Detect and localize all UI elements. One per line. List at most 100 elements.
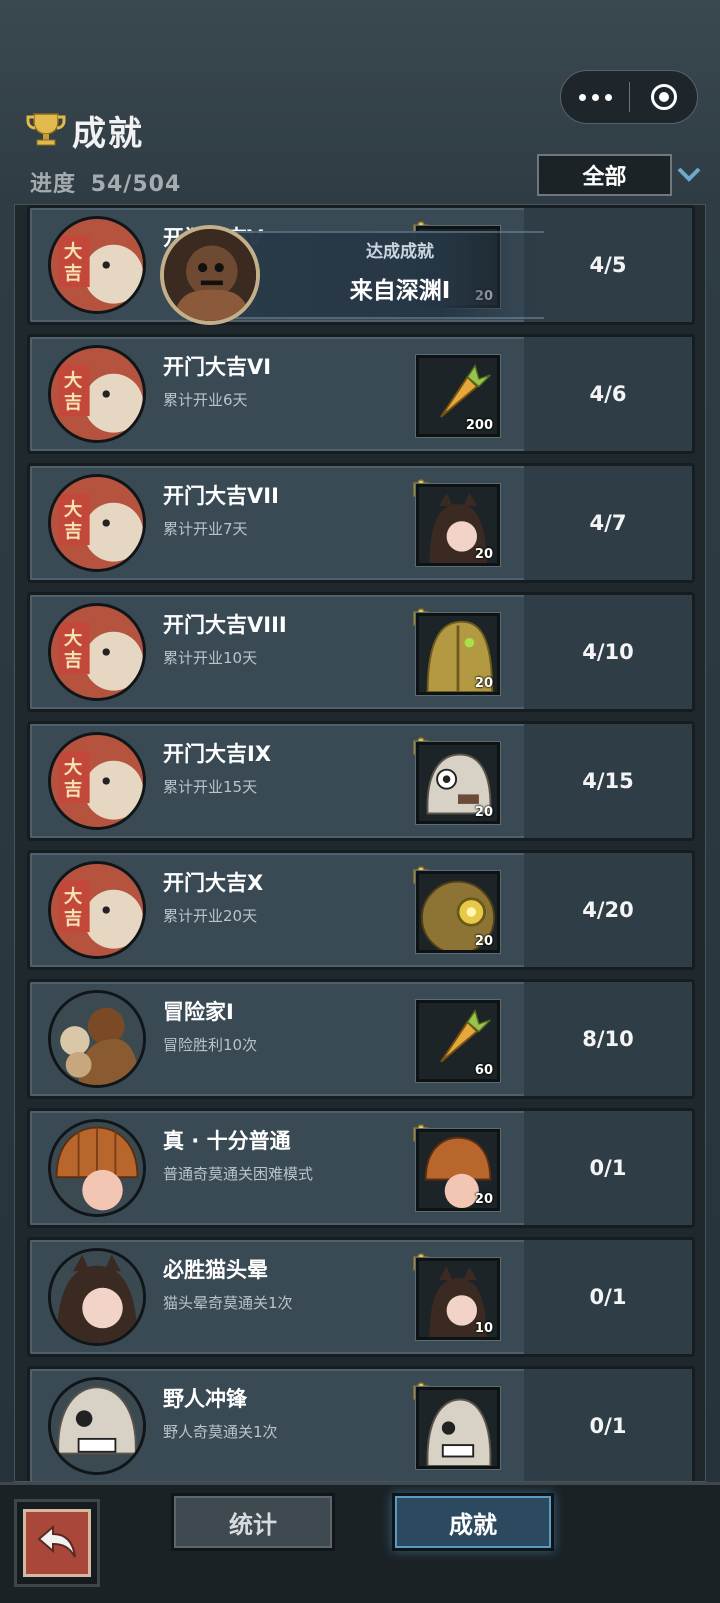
reward-item[interactable]: 60: [415, 999, 501, 1083]
progress-value: 54/504: [90, 172, 182, 197]
achievement-desc: 冒险胜利10次: [163, 1036, 258, 1054]
achievement-name: 开门大吉VI: [163, 355, 272, 379]
reward-quantity: 200: [465, 418, 493, 433]
reward-quantity: 20: [474, 1192, 493, 1207]
achievement-desc: 累计开业15天: [163, 778, 258, 796]
bottom-nav: 统计 成就: [0, 1482, 720, 1603]
achievements-screen: 成就 进度 54/504 全部 大吉 开门大吉V 20 4/5 大吉 开门大吉V: [0, 0, 720, 1603]
achievement-desc: 累计开业6天: [163, 391, 248, 409]
reward-item[interactable]: 10: [415, 1257, 501, 1341]
achievement-progress: 4/10: [524, 595, 692, 709]
svg-text:吉: 吉: [64, 392, 82, 414]
return-arrow-icon: [37, 1524, 76, 1558]
achievement-progress: 4/7: [524, 466, 692, 580]
daji-lion-portrait: 大吉: [48, 732, 146, 830]
achievement-progress: 0/1: [524, 1240, 692, 1354]
reward-item[interactable]: 20: [415, 870, 501, 954]
achievement-progress: 4/6: [524, 337, 692, 451]
reward-item[interactable]: 20: [415, 612, 501, 696]
tab-achievements[interactable]: 成就: [392, 1493, 554, 1551]
pumpkin-head-portrait: [48, 1119, 146, 1217]
achievement-desc: 累计开业10天: [163, 649, 258, 667]
achievement-name: 开门大吉IX: [163, 742, 272, 766]
achievement-row: 大吉 开门大吉IX 累计开业15天 20 4/15: [27, 721, 695, 841]
achievement-row: 大吉 开门大吉VII 累计开业7天 20 4/7: [27, 463, 695, 583]
reward-item[interactable]: 20: [415, 741, 501, 825]
masked-figure-avatar: [160, 225, 260, 325]
progress-label: 进度: [30, 172, 77, 197]
achievement-desc: 猫头晕奇莫通关1次: [163, 1294, 293, 1312]
svg-text:吉: 吉: [64, 521, 82, 543]
achievement-desc: 累计开业7天: [163, 520, 248, 538]
achievement-row: 大吉 开门大吉VIII 累计开业10天 20 4/10: [27, 592, 695, 712]
reward-item[interactable]: 20: [415, 1128, 501, 1212]
achievement-row: 大吉 开门大吉VI 累计开业6天 200 4/6: [27, 334, 695, 454]
achievement-row: 真 · 十分普通 普通奇莫通关困难模式 20 0/1: [27, 1108, 695, 1228]
back-button[interactable]: [14, 1499, 100, 1587]
achievement-progress: 0/1: [524, 1111, 692, 1225]
mini-program-capsule: [560, 70, 698, 124]
daji-lion-portrait: 大吉: [48, 474, 146, 572]
more-options-button[interactable]: [561, 71, 629, 123]
toast-label: 达成成就: [366, 242, 434, 262]
reward-quantity: 20: [474, 805, 493, 820]
achievement-progress: 4/15: [524, 724, 692, 838]
achievement-desc: 普通奇莫通关困难模式: [163, 1165, 314, 1183]
chevron-down-icon[interactable]: [677, 166, 701, 184]
savage-portrait: [48, 1377, 146, 1475]
toast-achievement-title: 来自深渊I: [349, 278, 451, 304]
svg-text:大: 大: [64, 757, 83, 779]
achievement-row: 冒险家I 冒险胜利10次 60 8/10: [27, 979, 695, 1099]
achievement-desc: 野人奇莫通关1次: [163, 1423, 278, 1441]
achievement-row: 野人冲锋 野人奇莫通关1次 0/1: [27, 1366, 695, 1481]
achievement-row: 大吉 开门大吉X 累计开业20天 20 4/20: [27, 850, 695, 970]
achievement-row: 必胜猫头晕 猫头晕奇莫通关1次 10 0/1: [27, 1237, 695, 1357]
reward-quantity: 20: [474, 676, 493, 691]
svg-text:吉: 吉: [64, 779, 82, 801]
filter-dropdown[interactable]: 全部: [537, 154, 672, 196]
trophy-icon: [26, 113, 66, 146]
achievement-desc: 累计开业20天: [163, 907, 258, 925]
achievement-list[interactable]: 大吉 开门大吉V 20 4/5 大吉 开门大吉VI 累计开业6天 200 4/6: [14, 204, 706, 1482]
achievement-progress: 4/20: [524, 853, 692, 967]
reward-item[interactable]: 20: [415, 483, 501, 567]
daji-lion-portrait: 大吉: [48, 603, 146, 701]
daji-lion-portrait: 大吉: [48, 216, 146, 314]
achievement-progress: 8/10: [524, 982, 692, 1096]
svg-text:大: 大: [64, 241, 83, 263]
achievement-name: 真 · 十分普通: [163, 1129, 291, 1153]
reward-quantity: 20: [474, 547, 493, 562]
back-button-face: [23, 1509, 91, 1577]
achievement-progress: 0/1: [524, 1369, 692, 1481]
page-title: 成就: [72, 114, 144, 154]
svg-text:大: 大: [64, 499, 83, 521]
achievement-name: 必胜猫头晕: [163, 1258, 268, 1282]
reward-quantity: 20: [474, 934, 493, 949]
svg-text:吉: 吉: [64, 650, 82, 672]
svg-text:大: 大: [64, 628, 83, 650]
daji-lion-portrait: 大吉: [48, 345, 146, 443]
daji-lion-portrait: 大吉: [48, 861, 146, 959]
reward-item[interactable]: [415, 1386, 501, 1470]
achievement-unlocked-toast: 达成成就 来自深渊I: [160, 225, 550, 325]
savage-shard-icon: [420, 1390, 496, 1466]
svg-text:大: 大: [64, 370, 83, 392]
achievement-name: 冒险家I: [163, 1000, 234, 1024]
reward-item[interactable]: 200: [415, 354, 501, 438]
target-icon: [650, 84, 677, 110]
achievement-name: 开门大吉X: [163, 871, 264, 895]
svg-text:吉: 吉: [64, 263, 82, 285]
svg-text:吉: 吉: [64, 908, 82, 930]
tab-stats[interactable]: 统计: [171, 1493, 335, 1551]
achievement-name: 开门大吉VIII: [163, 613, 287, 637]
progress-text: 进度 54/504: [30, 166, 181, 198]
achievement-name: 野人冲锋: [163, 1387, 247, 1411]
reward-quantity: 10: [474, 1321, 493, 1336]
filter-value: 全部: [582, 165, 627, 190]
adventurer-portrait: [48, 990, 146, 1088]
achievement-name: 开门大吉VII: [163, 484, 279, 508]
cat-girl-portrait: [48, 1248, 146, 1346]
close-mini-program-button[interactable]: [630, 84, 697, 110]
svg-text:大: 大: [64, 886, 83, 908]
reward-quantity: 60: [474, 1063, 493, 1078]
